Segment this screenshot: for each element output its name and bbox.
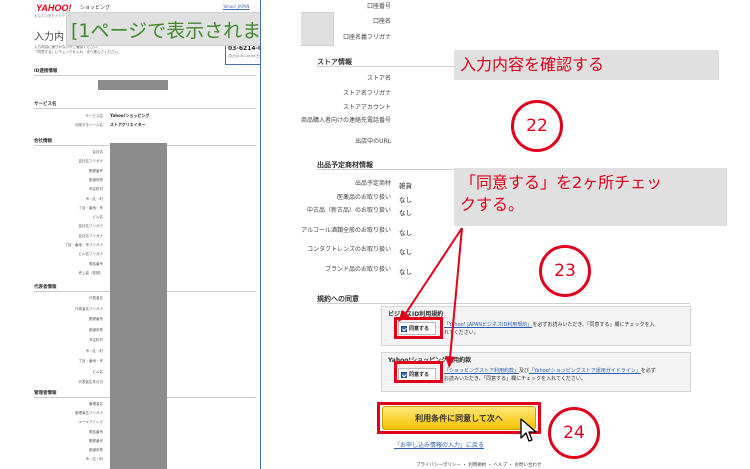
arrow-head: [398, 310, 410, 322]
arrow-line: [449, 227, 463, 359]
annotation-arrows: [398, 227, 463, 368]
arrow-line: [403, 227, 463, 317]
mouse-cursor-icon: [520, 418, 537, 442]
arrow-head: [445, 356, 455, 368]
